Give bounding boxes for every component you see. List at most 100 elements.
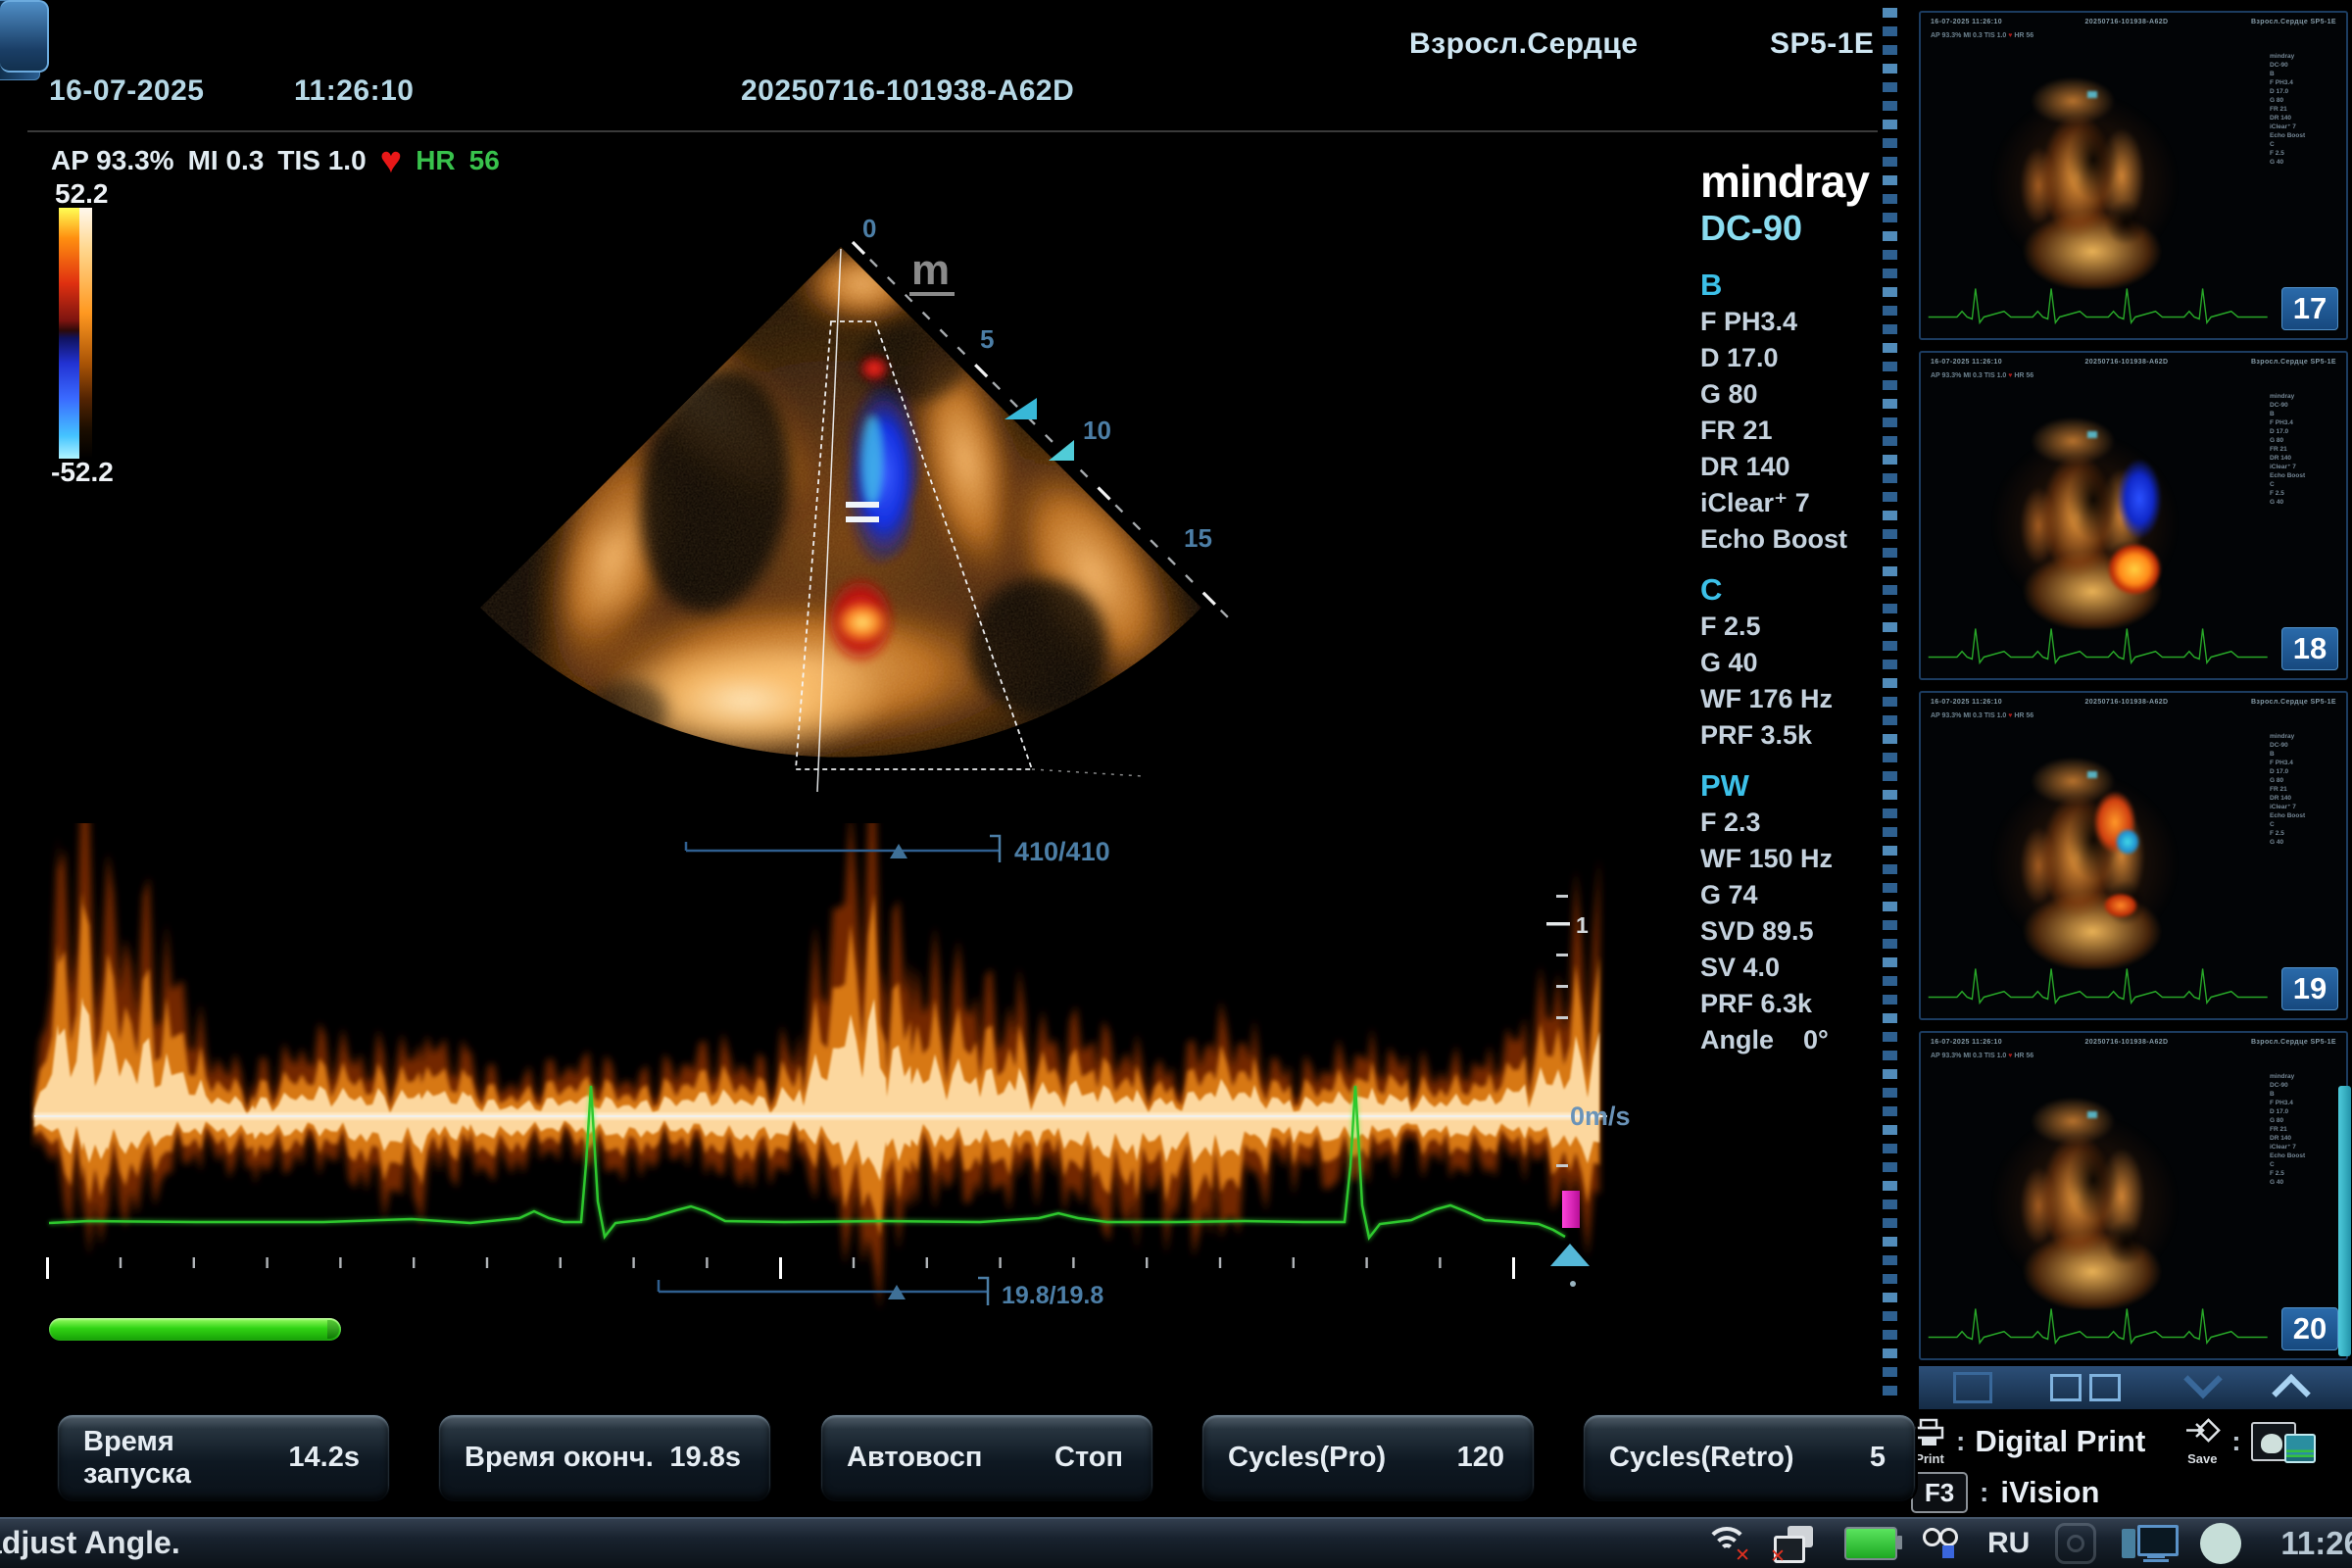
param-line: F 2.5 (1700, 609, 1911, 645)
thumb-ap-line: AP 93.3% MI 0.3 TIS 1.0 ♥ HR 56 (1931, 1053, 2034, 1059)
scroll-down-button[interactable] (2154, 1366, 2252, 1409)
sweep-cursor-bar[interactable] (1562, 1191, 1580, 1228)
thumb-sector-image (1970, 54, 2215, 289)
exam-time: 11:26:10 (294, 74, 414, 108)
save-key[interactable]: Save (2182, 1418, 2222, 1465)
thumb-ap-line: AP 93.3% MI 0.3 TIS 1.0 ♥ HR 56 (1931, 372, 2034, 379)
softkey-3[interactable]: АвтовоспСтоп (820, 1414, 1153, 1501)
param-section-title-b: B (1700, 267, 1911, 304)
thumb-params: mindray DC-90 B F PH3.4 D 17.0 G 80 FR 2… (2270, 392, 2338, 507)
param-line: FR 21 (1700, 413, 1911, 449)
softkey-2[interactable]: Время оконч.19.8s (438, 1414, 771, 1501)
recorder-icon[interactable] (1923, 1526, 1962, 1561)
single-frame-icon (1953, 1372, 1992, 1403)
status-circle-icon[interactable] (2200, 1523, 2241, 1564)
status-message: adjust Angle. (0, 1525, 180, 1561)
collapse-panel-button[interactable] (2242, 1366, 2340, 1409)
thumb-params: mindray DC-90 B F PH3.4 D 17.0 G 80 FR 2… (2270, 732, 2338, 847)
th-chamber-2 (2105, 200, 2146, 245)
thumbnail-scrollbar-thumb[interactable] (2338, 1086, 2351, 1356)
softkey-label: Время оконч. (465, 1442, 654, 1474)
softkey-value: 5 (1870, 1442, 1886, 1474)
f3-action-label: iVision (2000, 1475, 2099, 1510)
cine-position-indicator[interactable] (686, 836, 1000, 862)
softkey-5[interactable]: Cycles(Retro)5 (1583, 1414, 1916, 1501)
header-separator (27, 130, 1878, 132)
softkey-value: Стоп (1054, 1442, 1123, 1474)
param-line: PRF 3.5k (1700, 717, 1911, 754)
thumbnail-number-badge: 17 (2281, 287, 2338, 330)
param-section-title-c: C (1700, 571, 1911, 609)
color-flow-bar (59, 208, 79, 459)
param-line: D 17.0 (1700, 340, 1911, 376)
single-layout-button[interactable] (1929, 1366, 2017, 1409)
wifi-disconnected-icon[interactable]: ✕ (1703, 1527, 1746, 1560)
cine-progress-bar[interactable] (49, 1318, 341, 1341)
param-line: SVD 89.5 (1700, 913, 1911, 950)
dual-layout-button[interactable] (2027, 1366, 2144, 1409)
softkey-value: 14.2s (288, 1442, 360, 1474)
separator-colon-2: : (2231, 1426, 2240, 1457)
chevron-down-icon (2183, 1360, 2223, 1399)
orientation-mark: m (911, 246, 950, 294)
param-line: DR 140 (1700, 449, 1911, 485)
timer-icon (2055, 1523, 2096, 1564)
send-to-image-button[interactable] (2251, 1420, 2324, 1463)
print-shortcut-row[interactable]: Print : Digital Print Save : (1913, 1414, 2324, 1469)
print-action-label: Digital Print (1975, 1424, 2145, 1459)
chevron-up-icon (2272, 1374, 2311, 1413)
thumbnail-clip-19[interactable]: 16-07-2025 11:26:1020250716-101938-A62DВ… (1919, 691, 2348, 1020)
softkey-1[interactable]: Время запуска14.2s (57, 1414, 390, 1501)
print-key[interactable]: Print (1913, 1418, 1946, 1465)
param-line: G 80 (1700, 376, 1911, 413)
printer-icon (1913, 1418, 1946, 1447)
thumbnail-clip-18[interactable]: 16-07-2025 11:26:1020250716-101938-A62DВ… (1919, 351, 2348, 680)
param-line: G 40 (1700, 645, 1911, 681)
color-scale-max: 52.2 (55, 178, 109, 210)
probe-name[interactable]: SP5-1E (1770, 27, 1874, 61)
language-indicator[interactable]: RU (1987, 1527, 2030, 1560)
color-scale-min: -52.2 (51, 457, 114, 488)
progress-bar-tip (327, 1320, 339, 1339)
thumb-orientation-mark (2087, 431, 2097, 438)
ap-value: AP 93.3% (51, 145, 174, 176)
param-line: SV 4.0 (1700, 950, 1911, 986)
thumb-params: mindray DC-90 B F PH3.4 D 17.0 G 80 FR 2… (2270, 52, 2338, 167)
sweep-position-indicator[interactable] (659, 1278, 988, 1305)
depth-label-15: 15 (1184, 523, 1212, 553)
thumb-sector-image (1970, 394, 2215, 629)
softkey-label: Cycles(Pro) (1228, 1442, 1386, 1474)
thumb-doppler-blue (2117, 459, 2162, 539)
thumb-ecg (1927, 956, 2272, 1010)
network-share-icon[interactable]: ✕ (1772, 1524, 1819, 1563)
separator-colon-3: : (1980, 1477, 1988, 1508)
focus-marker-icon-2[interactable] (1049, 440, 1074, 461)
sidebar-tab-button[interactable] (0, 0, 49, 73)
thumbnail-clip-17[interactable]: 16-07-2025 11:26:1020250716-101938-A62DВ… (1919, 11, 2348, 340)
thumb-orientation-mark (2087, 91, 2097, 98)
thumbnail-clip-20[interactable]: 16-07-2025 11:26:1020250716-101938-A62DВ… (1919, 1031, 2348, 1360)
system-tray: ✕ ✕ RU 11:26:15 (1703, 1521, 2352, 1566)
thumb-ecg (1927, 275, 2272, 330)
tis-value: TIS 1.0 (277, 145, 366, 176)
baseline-shift-arrow-icon[interactable] (1550, 1244, 1590, 1266)
thumbnail-toolbar (1919, 1366, 2352, 1409)
thumb-ecg (1927, 615, 2272, 670)
softkey-label: Время запуска (83, 1426, 288, 1491)
thumb-chamber (2068, 120, 2119, 200)
softkey-value: 120 (1457, 1442, 1504, 1474)
velocity-tick-label: 1 (1576, 912, 1589, 938)
spectral-colormap-bar (79, 208, 92, 459)
cine-label: 410/410 (1014, 837, 1110, 866)
exam-preset[interactable]: Взросл.Сердце (1409, 27, 1639, 61)
softkey-4[interactable]: Cycles(Pro) 120 (1201, 1414, 1535, 1501)
thumb-params: mindray DC-90 B F PH3.4 D 17.0 G 80 FR 2… (2270, 1072, 2338, 1187)
f3-key-badge[interactable]: F3 (1911, 1472, 1968, 1513)
separator-colon: : (1956, 1426, 1965, 1457)
f3-shortcut-row[interactable]: F3 : iVision (1911, 1472, 2099, 1513)
thumb-header: 16-07-2025 11:26:1020250716-101938-A62DВ… (1931, 1039, 2336, 1046)
hr-label: HR (416, 145, 455, 176)
display-icon[interactable] (2122, 1523, 2175, 1564)
param-line: Echo Boost (1700, 521, 1911, 558)
thumb-header: 16-07-2025 11:26:1020250716-101938-A62DВ… (1931, 19, 2336, 25)
